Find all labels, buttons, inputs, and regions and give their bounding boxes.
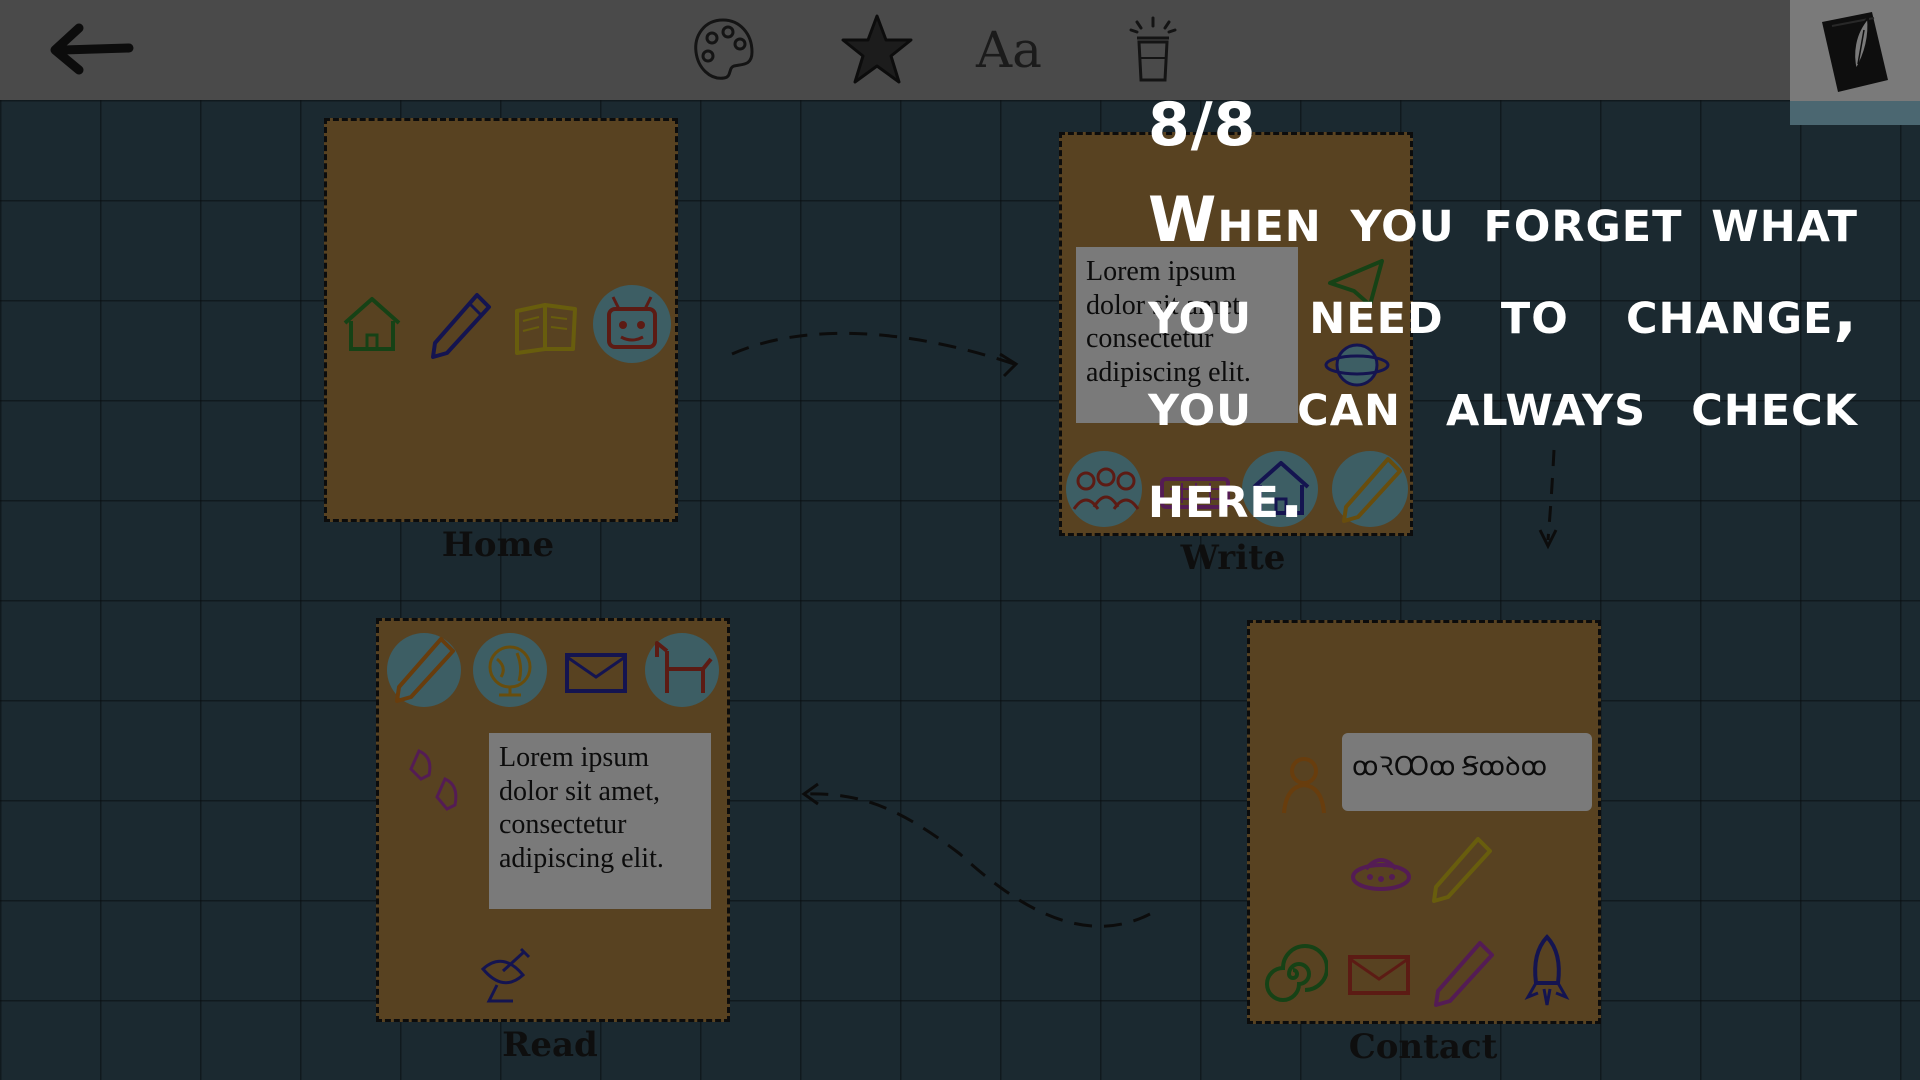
- ufo-icon: [1351, 858, 1411, 891]
- contact-input[interactable]: ꝏꝚꝎꝏ Ꞩꝏꝺꝏ: [1342, 733, 1592, 811]
- notebook-quill-icon: [1822, 12, 1888, 92]
- page-label-contact: Contact: [1348, 1027, 1498, 1067]
- star-icon: [841, 14, 913, 84]
- robot-icon: [607, 296, 657, 349]
- palette-button[interactable]: [678, 10, 768, 90]
- globe-icon: [488, 645, 532, 697]
- tutorial-step-counter: 8/8: [1148, 90, 1257, 160]
- page-card-home[interactable]: [324, 118, 678, 522]
- palette-icon: [694, 18, 754, 80]
- font-icon: Aa: [976, 21, 1042, 79]
- back-button[interactable]: [40, 18, 140, 82]
- pencil-icon: [1432, 837, 1492, 903]
- jar-button[interactable]: [1108, 10, 1198, 90]
- rocket-icon: [1524, 934, 1570, 1006]
- tutorial-panel: 8/8 When you forget what you need to cha…: [1148, 90, 1858, 542]
- page-label-write: Write: [1180, 538, 1286, 578]
- pencil-icon: [431, 293, 491, 359]
- arrow-left-icon: [50, 23, 134, 75]
- spiral-icon: [1265, 944, 1328, 1002]
- page-card-contact[interactable]: ꝏꝚꝎꝏ Ꞩꝏꝺꝏ: [1247, 620, 1601, 1024]
- person-icon: [1282, 757, 1326, 814]
- people-icon: [1072, 467, 1140, 510]
- star-button[interactable]: [832, 10, 922, 90]
- page-card-read[interactable]: Lorem ipsum dolor sit amet, consectetur …: [376, 618, 730, 1022]
- rocket-icon: [409, 749, 458, 811]
- page-label-read: Read: [502, 1025, 598, 1065]
- font-button[interactable]: Aa: [964, 10, 1054, 90]
- satellite-icon: [480, 947, 531, 1003]
- tutorial-message: When you forget what you need to change,…: [1148, 183, 1858, 532]
- pencil-icon: [1434, 941, 1494, 1007]
- house-icon: [343, 297, 401, 351]
- mail-icon: [565, 653, 627, 693]
- dog-icon: [655, 641, 713, 693]
- jar-light-icon: [1129, 16, 1177, 82]
- book-icon: [515, 303, 577, 355]
- toolbar: Aa: [0, 0, 1920, 125]
- mail-icon: [1348, 955, 1410, 995]
- read-text-box[interactable]: Lorem ipsum dolor sit amet, consectetur …: [489, 733, 711, 909]
- page-label-home: Home: [441, 525, 555, 565]
- pencil-icon: [395, 637, 455, 703]
